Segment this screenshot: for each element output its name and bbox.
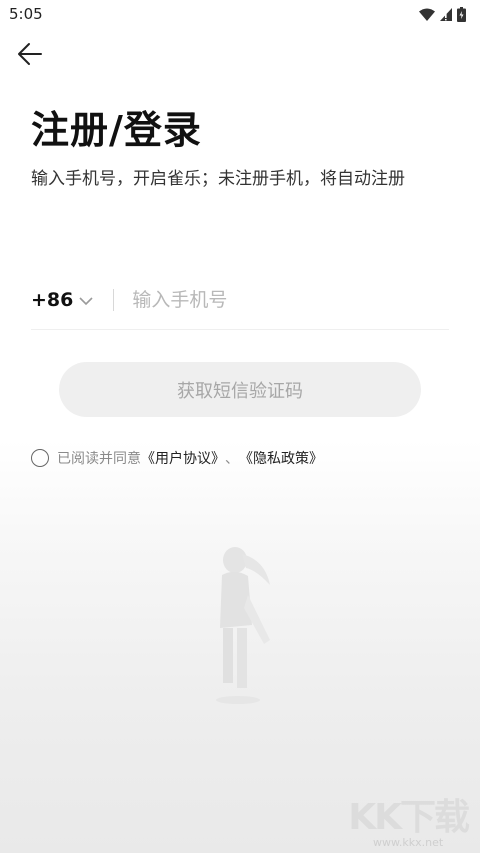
chevron-down-icon xyxy=(79,289,93,311)
battery-icon xyxy=(457,6,466,22)
country-code-label: +86 xyxy=(31,289,74,311)
status-time: 5:05 xyxy=(9,5,43,23)
get-sms-code-button[interactable]: 获取短信验证码 xyxy=(59,362,421,417)
privacy-policy-link[interactable]: 《隐私政策》 xyxy=(239,448,323,468)
arrow-left-icon xyxy=(17,42,43,70)
watermark-logo: KK下载 xyxy=(348,797,470,838)
phone-number-input[interactable] xyxy=(132,280,423,320)
wifi-icon xyxy=(419,8,435,21)
input-divider xyxy=(113,289,115,311)
agreement-row: 已阅读并同意 《用户协议》 、 《隐私政策》 xyxy=(31,448,323,468)
status-icons xyxy=(419,6,466,22)
phone-input-row: +86 xyxy=(31,271,449,330)
agreement-prefix: 已阅读并同意 xyxy=(57,451,141,467)
page-subtitle: 输入手机号，开启雀乐；未注册手机，将自动注册 xyxy=(31,169,405,189)
status-bar: 5:05 xyxy=(0,0,480,28)
country-code-selector[interactable]: +86 xyxy=(31,280,93,320)
user-agreement-link[interactable]: 《用户协议》 xyxy=(141,448,225,468)
page-title: 注册/登录 xyxy=(31,108,202,152)
agreement-checkbox[interactable] xyxy=(31,449,49,467)
watermark: KK下载 www.kkx.net xyxy=(348,797,470,850)
screen: 5:05 注册/登录 输入手机号，开启雀乐；未注册手机，将自动注册 +86 输入… xyxy=(0,0,480,853)
agreement-separator: 、 xyxy=(225,451,239,467)
background-figure-image xyxy=(190,540,290,714)
signal-icon xyxy=(440,7,452,21)
back-button[interactable] xyxy=(14,40,46,72)
